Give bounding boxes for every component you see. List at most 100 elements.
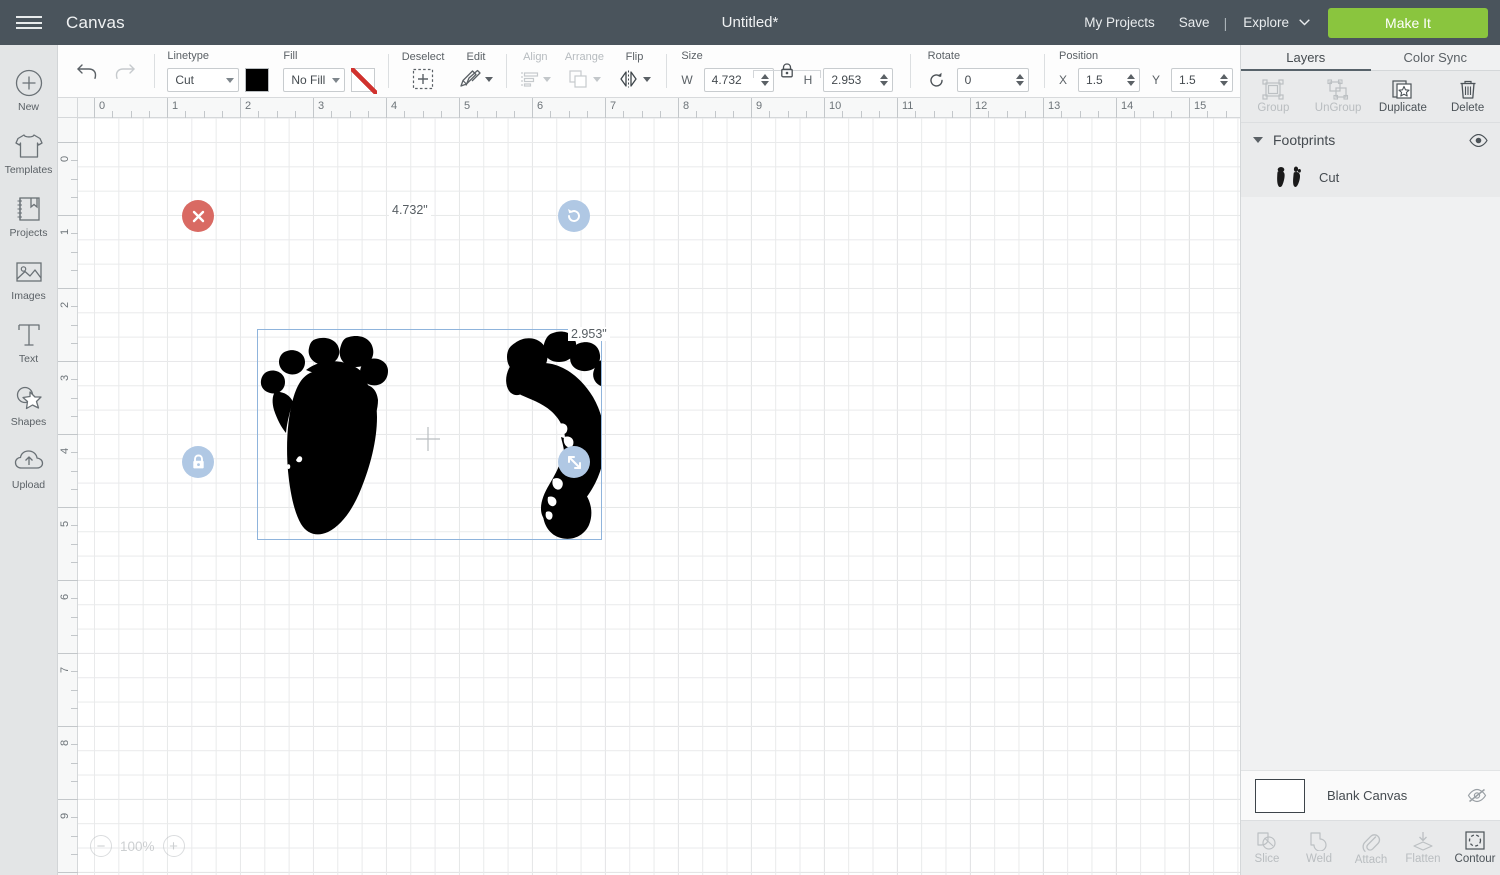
shape-tools: Slice Weld Attach Flatten Contour — [1241, 820, 1500, 875]
sidebar-item-images[interactable]: Images — [0, 248, 58, 311]
slice-button[interactable]: Slice — [1241, 821, 1293, 875]
rotate-icon[interactable] — [928, 72, 945, 89]
arrange-button[interactable]: Arrange — [558, 51, 611, 91]
fill-value: No Fill — [291, 73, 326, 87]
tab-color-sync[interactable]: Color Sync — [1370, 45, 1500, 71]
linetype-select[interactable]: Cut — [167, 68, 240, 92]
arrange-icon — [568, 67, 601, 91]
duplicate-button[interactable]: Duplicate — [1371, 71, 1436, 122]
ruler-tick-minor — [71, 561, 78, 563]
ruler-tick-minor — [71, 196, 78, 198]
lock-handle[interactable] — [182, 446, 214, 478]
blank-canvas-swatch — [1255, 778, 1305, 813]
sidebar-item-templates[interactable]: Templates — [0, 122, 58, 185]
blank-canvas-row[interactable]: Blank Canvas — [1241, 770, 1500, 820]
lock-icon[interactable] — [780, 63, 794, 78]
zoom-control[interactable]: − 100% + — [90, 835, 185, 857]
flatten-button[interactable]: Flatten — [1397, 821, 1449, 875]
delete-button[interactable]: Delete — [1435, 71, 1500, 122]
ruler-tick-minor — [112, 111, 114, 118]
align-icon — [520, 67, 551, 91]
attach-button[interactable]: Attach — [1345, 821, 1397, 875]
position-y-value: 1.5 — [1179, 73, 1196, 87]
ruler-label-v: 9 — [59, 812, 71, 819]
position-y-input[interactable]: 1.5 — [1171, 68, 1234, 92]
ruler-tick-minor — [203, 111, 205, 118]
my-projects-link[interactable]: My Projects — [1072, 15, 1167, 30]
design-canvas[interactable]: 4.732" 2.953" 012345678910 11 12 13 14 1… — [58, 98, 1240, 875]
ruler-tick-minor — [915, 111, 917, 118]
ruler-tick-major — [1043, 98, 1044, 118]
ruler-tick-major — [58, 799, 78, 800]
weld-label: Weld — [1306, 853, 1332, 865]
ruler-tick-minor — [1207, 111, 1209, 118]
arrange-label: Arrange — [564, 51, 604, 63]
deselect-icon — [412, 67, 434, 91]
position-y-stepper[interactable] — [1216, 74, 1232, 86]
sidebar-item-projects[interactable]: Projects — [0, 185, 58, 248]
align-button[interactable]: Align — [513, 51, 558, 91]
no-fill-swatch[interactable] — [351, 68, 378, 94]
contour-button[interactable]: Contour — [1449, 821, 1500, 875]
deselect-button[interactable]: Deselect — [395, 51, 452, 91]
layer-group-header[interactable]: Footprints — [1241, 123, 1500, 157]
linetype-color-swatch[interactable] — [245, 68, 270, 92]
flatten-icon — [1412, 831, 1434, 851]
sidebar-item-shapes[interactable]: Shapes — [0, 374, 58, 437]
height-stepper[interactable] — [876, 74, 892, 86]
ruler-label-h: 11 — [902, 100, 914, 112]
sidebar-item-new[interactable]: New — [0, 59, 58, 122]
chevron-down-icon[interactable] — [1253, 137, 1263, 143]
sidebar-label-projects: Projects — [9, 227, 48, 239]
slice-label: Slice — [1254, 853, 1280, 865]
ruler-tick-major — [58, 872, 78, 873]
undo-icon[interactable] — [68, 62, 106, 80]
ruler-tick-major — [970, 98, 971, 118]
layer-row-cut[interactable]: Cut — [1241, 157, 1500, 197]
flip-button[interactable]: Flip — [611, 51, 658, 91]
sidebar-label-images: Images — [11, 290, 46, 302]
zoom-in-button[interactable]: + — [162, 835, 185, 857]
position-x-input[interactable]: 1.5 — [1078, 68, 1141, 92]
layer-actions: Group UnGroup Duplicate Delete — [1241, 71, 1500, 123]
ruler-tick-minor — [1134, 111, 1136, 118]
canvas-grid — [78, 118, 1240, 875]
ruler-tick-major — [58, 288, 78, 289]
ruler-tick-minor — [988, 111, 990, 118]
resize-handle[interactable] — [558, 446, 590, 478]
ruler-tick-minor — [221, 111, 223, 118]
ruler-tick-minor — [258, 111, 260, 118]
ruler-label-h: 0 — [99, 100, 106, 112]
weld-button[interactable]: Weld — [1293, 821, 1345, 875]
edit-button[interactable]: Edit — [451, 51, 500, 91]
ruler-tick-minor — [71, 251, 78, 253]
ruler-tick-minor — [71, 470, 78, 472]
eye-off-icon[interactable] — [1467, 788, 1487, 803]
rotate-stepper[interactable] — [1012, 74, 1028, 86]
rotate-handle[interactable] — [558, 200, 590, 232]
height-input[interactable]: 2.953 — [823, 68, 894, 92]
ruler-tick-minor — [71, 342, 78, 344]
ungroup-button[interactable]: UnGroup — [1306, 71, 1371, 122]
ruler-tick-major — [58, 434, 78, 435]
resize-handle-icon — [566, 454, 583, 471]
make-it-button[interactable]: Make It — [1328, 7, 1488, 38]
sidebar-item-upload[interactable]: Upload — [0, 437, 58, 500]
ruler-label-v: 8 — [59, 739, 71, 746]
group-button[interactable]: Group — [1241, 71, 1306, 122]
delete-handle[interactable] — [182, 200, 214, 232]
machine-selector[interactable]: Explore — [1229, 15, 1316, 30]
position-x-stepper[interactable] — [1123, 74, 1139, 86]
fill-select[interactable]: No Fill — [283, 68, 346, 92]
sidebar-item-text[interactable]: Text — [0, 311, 58, 374]
panel-tabs: Layers Color Sync — [1241, 45, 1500, 71]
save-button[interactable]: Save — [1167, 15, 1222, 30]
redo-icon[interactable] — [106, 62, 144, 80]
rotate-input[interactable]: 0 — [956, 68, 1029, 92]
hamburger-icon[interactable] — [0, 0, 58, 45]
shapes-icon — [0, 383, 58, 413]
tab-layers[interactable]: Layers — [1241, 45, 1371, 71]
zoom-out-button[interactable]: − — [90, 835, 112, 857]
eye-icon[interactable] — [1469, 133, 1488, 147]
ruler-tick-minor — [71, 689, 78, 691]
